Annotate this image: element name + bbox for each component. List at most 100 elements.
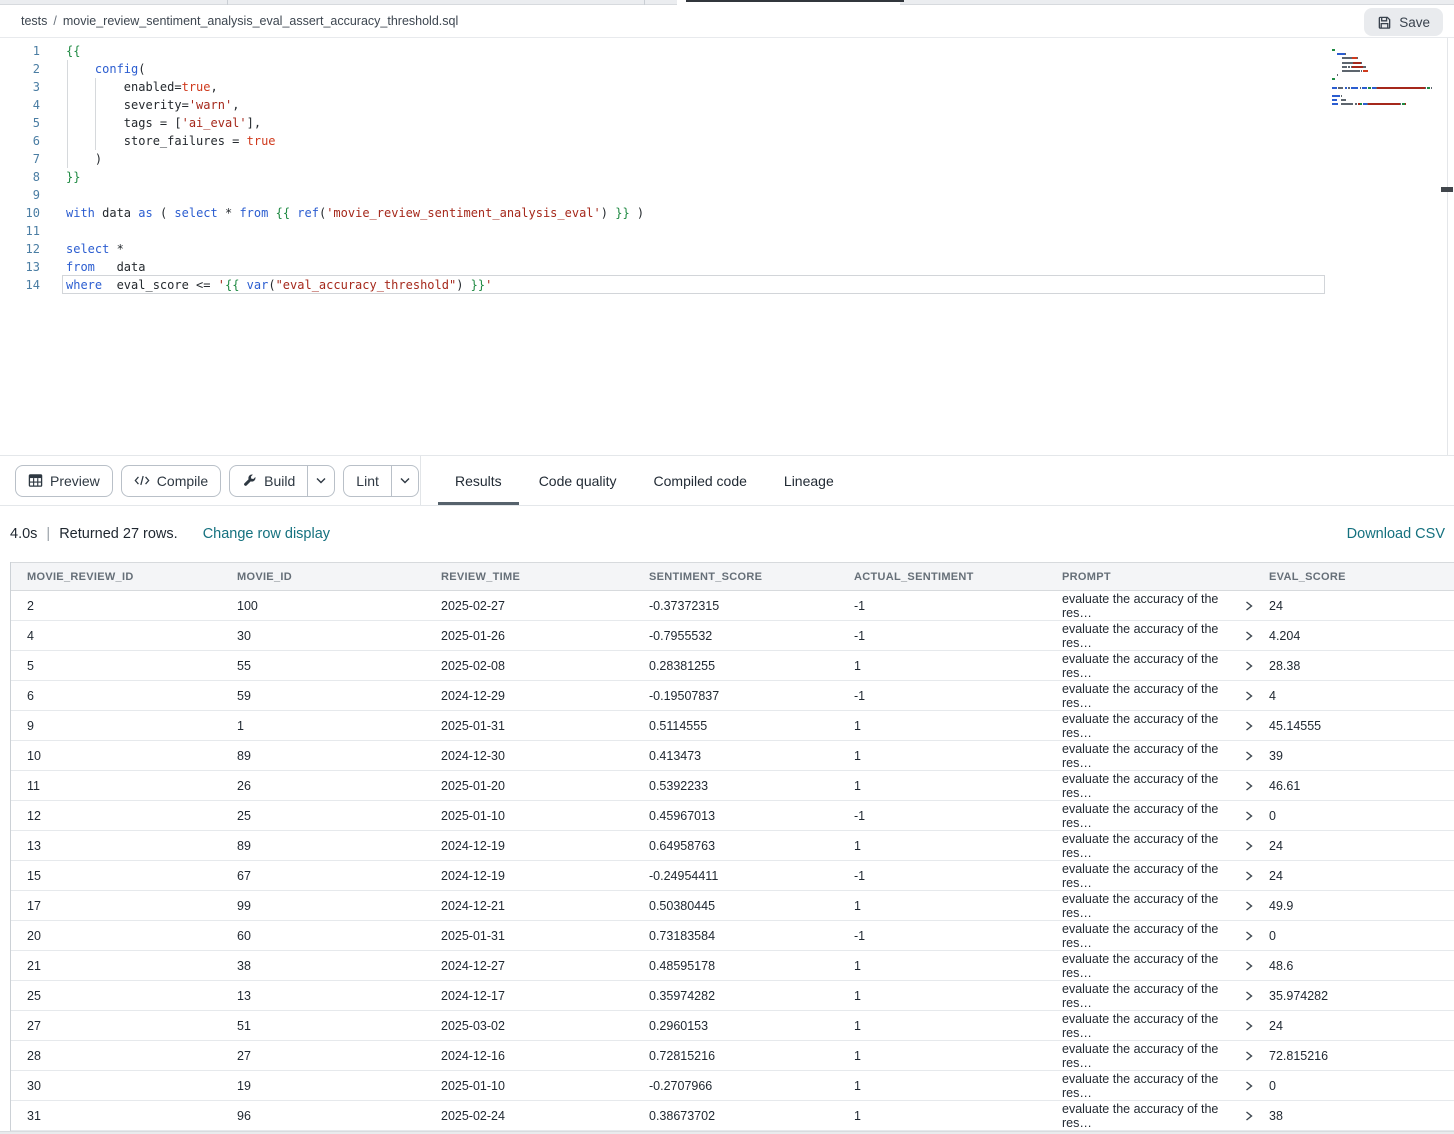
column-header: MOVIE_ID (221, 563, 425, 591)
prompt-cell[interactable]: evaluate the accuracy of the res… (1046, 831, 1253, 861)
minimap-line (1332, 55, 1444, 57)
minimap-line (1332, 76, 1444, 78)
prompt-cell[interactable]: evaluate the accuracy of the res… (1046, 621, 1253, 651)
expand-cell-icon[interactable] (1245, 781, 1253, 791)
table-cell: 1 (838, 741, 1046, 771)
prompt-cell[interactable]: evaluate the accuracy of the res… (1046, 651, 1253, 681)
prompt-preview-text: evaluate the accuracy of the res… (1062, 682, 1238, 710)
code-line (66, 186, 644, 204)
prompt-cell[interactable]: evaluate the accuracy of the res… (1046, 861, 1253, 891)
table-cell: 24 (1253, 591, 1454, 621)
table-cell: 60 (221, 921, 425, 951)
save-button[interactable]: Save (1364, 8, 1443, 36)
expand-cell-icon[interactable] (1245, 1051, 1253, 1061)
column-header: ACTUAL_SENTIMENT (838, 563, 1046, 591)
table-cell: 35.974282 (1253, 981, 1454, 1011)
expand-cell-icon[interactable] (1245, 871, 1253, 881)
table-cell: 28.38 (1253, 651, 1454, 681)
line-number: 4 (0, 96, 40, 114)
build-dropdown-toggle[interactable] (307, 466, 334, 496)
preview-button[interactable]: Preview (15, 465, 113, 497)
table-cell: -1 (838, 801, 1046, 831)
table-cell: 1 (838, 1041, 1046, 1071)
lint-dropdown-toggle[interactable] (391, 466, 418, 496)
expand-cell-icon[interactable] (1245, 901, 1253, 911)
table-row: 31962025-02-240.386737021evaluate the ac… (11, 1101, 1454, 1131)
table-cell: 2025-01-20 (425, 771, 633, 801)
prompt-preview-text: evaluate the accuracy of the res… (1062, 832, 1238, 860)
minimap-line (1332, 80, 1444, 82)
code-line (66, 222, 644, 240)
prompt-preview-text: evaluate the accuracy of the res… (1062, 952, 1238, 980)
tab-results[interactable]: Results (455, 456, 502, 505)
table-cell: 2024-12-30 (425, 741, 633, 771)
prompt-cell[interactable]: evaluate the accuracy of the res… (1046, 681, 1253, 711)
prompt-cell[interactable]: evaluate the accuracy of the res… (1046, 711, 1253, 741)
expand-cell-icon[interactable] (1245, 721, 1253, 731)
table-cell: 0.50380445 (633, 891, 838, 921)
prompt-cell[interactable]: evaluate the accuracy of the res… (1046, 771, 1253, 801)
build-button-main[interactable]: Build (230, 466, 307, 496)
expand-cell-icon[interactable] (1245, 1021, 1253, 1031)
table-cell: 0.64958763 (633, 831, 838, 861)
expand-cell-icon[interactable] (1245, 1111, 1253, 1121)
tab-lineage[interactable]: Lineage (784, 456, 834, 505)
table-cell: -0.19507837 (633, 681, 838, 711)
change-row-display-link[interactable]: Change row display (203, 526, 330, 542)
compile-button[interactable]: Compile (121, 465, 221, 497)
editor-minimap[interactable] (1332, 42, 1444, 101)
table-cell: 2025-01-26 (425, 621, 633, 651)
editor-scrollbar-marker[interactable] (1441, 187, 1453, 192)
line-number: 7 (0, 150, 40, 168)
expand-cell-icon[interactable] (1245, 631, 1253, 641)
expand-cell-icon[interactable] (1245, 811, 1253, 821)
expand-cell-icon[interactable] (1245, 691, 1253, 701)
table-cell: 0.48595178 (633, 951, 838, 981)
prompt-cell[interactable]: evaluate the accuracy of the res… (1046, 921, 1253, 951)
lint-button[interactable]: Lint (343, 465, 419, 497)
prompt-cell[interactable]: evaluate the accuracy of the res… (1046, 1071, 1253, 1101)
minimap-line (1332, 92, 1444, 94)
expand-cell-icon[interactable] (1245, 961, 1253, 971)
prompt-cell[interactable]: evaluate the accuracy of the res… (1046, 1041, 1253, 1071)
table-row: 4302025-01-26-0.7955532-1evaluate the ac… (11, 621, 1454, 651)
expand-cell-icon[interactable] (1245, 601, 1253, 611)
action-buttons: Preview Compile (0, 456, 420, 505)
expand-cell-icon[interactable] (1245, 991, 1253, 1001)
wrench-icon (242, 473, 257, 488)
prompt-cell[interactable]: evaluate the accuracy of the res… (1046, 591, 1253, 621)
expand-cell-icon[interactable] (1245, 661, 1253, 671)
prompt-preview-text: evaluate the accuracy of the res… (1062, 1102, 1238, 1130)
table-cell: 0.73183584 (633, 921, 838, 951)
table-cell: 20 (11, 921, 221, 951)
download-csv-link[interactable]: Download CSV (1347, 526, 1445, 542)
code-editor[interactable]: 1234567891011121314 {{ config( enabled=t… (0, 38, 1454, 455)
tab-code-quality[interactable]: Code quality (539, 456, 617, 505)
table-cell: 1 (838, 1011, 1046, 1041)
expand-cell-icon[interactable] (1245, 751, 1253, 761)
expand-cell-icon[interactable] (1245, 1081, 1253, 1091)
prompt-cell[interactable]: evaluate the accuracy of the res… (1046, 891, 1253, 921)
prompt-preview-text: evaluate the accuracy of the res… (1062, 1042, 1238, 1070)
prompt-cell[interactable]: evaluate the accuracy of the res… (1046, 1101, 1253, 1131)
tab-compiled-code[interactable]: Compiled code (654, 456, 747, 505)
table-cell: 48.6 (1253, 951, 1454, 981)
expand-cell-icon[interactable] (1245, 841, 1253, 851)
table-cell: 2 (11, 591, 221, 621)
lint-button-main[interactable]: Lint (344, 466, 391, 496)
table-row: 12252025-01-100.45967013-1evaluate the a… (11, 801, 1454, 831)
line-number: 6 (0, 132, 40, 150)
expand-cell-icon[interactable] (1245, 931, 1253, 941)
prompt-cell[interactable]: evaluate the accuracy of the res… (1046, 801, 1253, 831)
table-cell: 15 (11, 861, 221, 891)
prompt-cell[interactable]: evaluate the accuracy of the res… (1046, 1011, 1253, 1041)
prompt-cell[interactable]: evaluate the accuracy of the res… (1046, 951, 1253, 981)
prompt-cell[interactable]: evaluate the accuracy of the res… (1046, 741, 1253, 771)
prompt-cell[interactable]: evaluate the accuracy of the res… (1046, 981, 1253, 1011)
code-line: store_failures = true (66, 132, 644, 150)
build-button[interactable]: Build (229, 465, 335, 497)
row-count-summary: Returned 27 rows. (59, 526, 177, 542)
table-cell: 99 (221, 891, 425, 921)
table-header-row: MOVIE_REVIEW_IDMOVIE_IDREVIEW_TIMESENTIM… (11, 563, 1454, 591)
table-cell: 67 (221, 861, 425, 891)
